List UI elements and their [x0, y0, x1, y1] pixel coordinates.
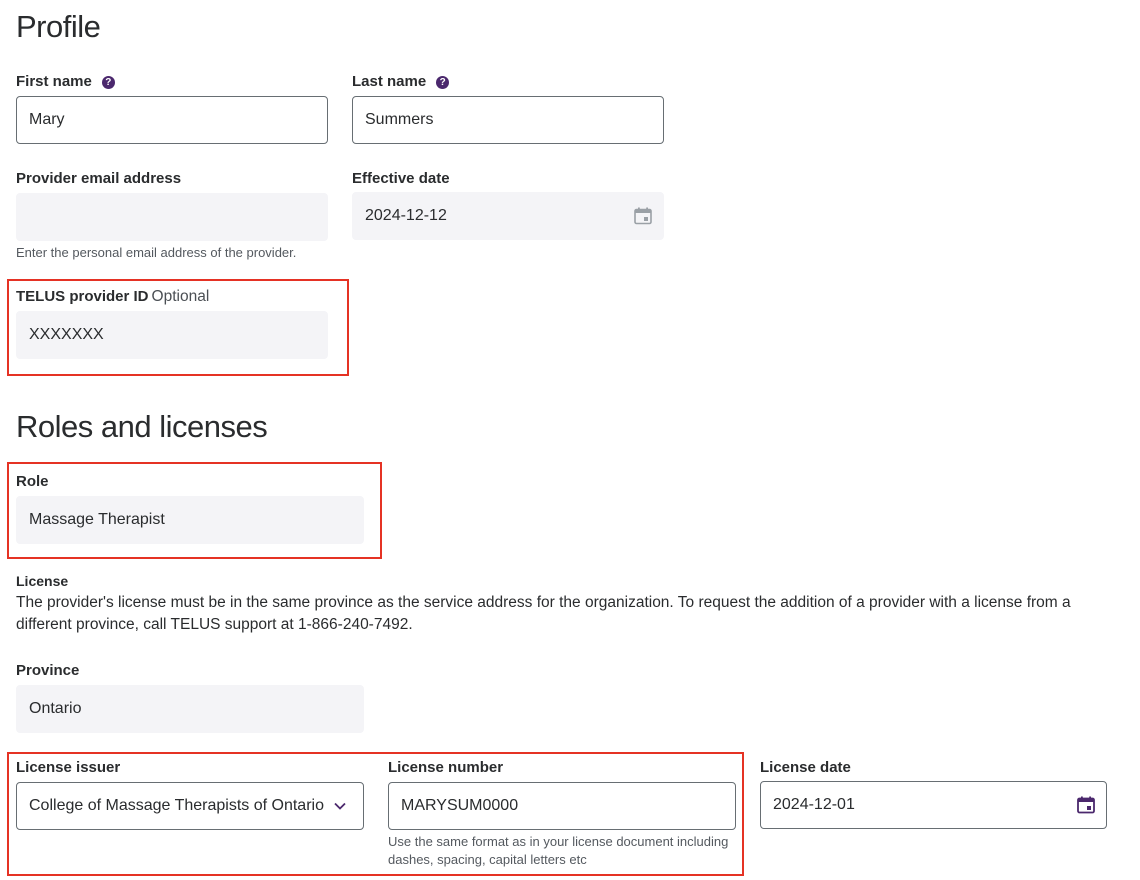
chevron-down-icon — [334, 802, 346, 810]
effective-date-field[interactable]: 2024-12-12 — [352, 192, 664, 240]
optional-tag: Optional — [151, 288, 210, 305]
role-field[interactable]: Massage Therapist — [16, 496, 364, 544]
last-name-label: Last name? — [352, 73, 450, 91]
license-number-hint: Use the same format as in your license d… — [388, 834, 729, 867]
profile-heading: Profile — [16, 9, 101, 44]
license-description: The provider's license must be in the sa… — [16, 594, 1071, 633]
province-label: Province — [16, 662, 80, 679]
email-hint: Enter the personal email address of the … — [16, 245, 297, 260]
calendar-icon[interactable] — [633, 206, 653, 226]
last-name-field[interactable]: Summers — [352, 96, 664, 144]
role-label: Role — [16, 473, 49, 490]
license-date-field[interactable]: 2024-12-01 — [760, 781, 1107, 829]
help-icon[interactable]: ? — [436, 76, 450, 89]
effective-date-label: Effective date — [352, 170, 450, 187]
calendar-icon[interactable] — [1076, 795, 1096, 815]
license-issuer-label: License issuer — [16, 759, 121, 776]
province-field[interactable]: Ontario — [16, 685, 364, 733]
first-name-field[interactable]: Mary — [16, 96, 328, 144]
license-number-field[interactable]: MARYSUM0000 — [388, 782, 736, 830]
license-label: License — [16, 573, 69, 589]
email-field[interactable] — [16, 193, 328, 241]
telus-id-label: TELUS provider ID Optional — [16, 288, 210, 305]
license-issuer-select[interactable]: College of Massage Therapists of Ontario — [16, 782, 364, 830]
roles-heading: Roles and licenses — [16, 409, 268, 444]
license-date-label: License date — [760, 759, 851, 776]
license-number-label: License number — [388, 759, 504, 776]
telus-id-field[interactable]: XXXXXXX — [16, 311, 328, 359]
first-name-label: First name? — [16, 73, 115, 91]
help-icon[interactable]: ? — [101, 76, 115, 89]
email-label: Provider email address — [16, 170, 182, 187]
